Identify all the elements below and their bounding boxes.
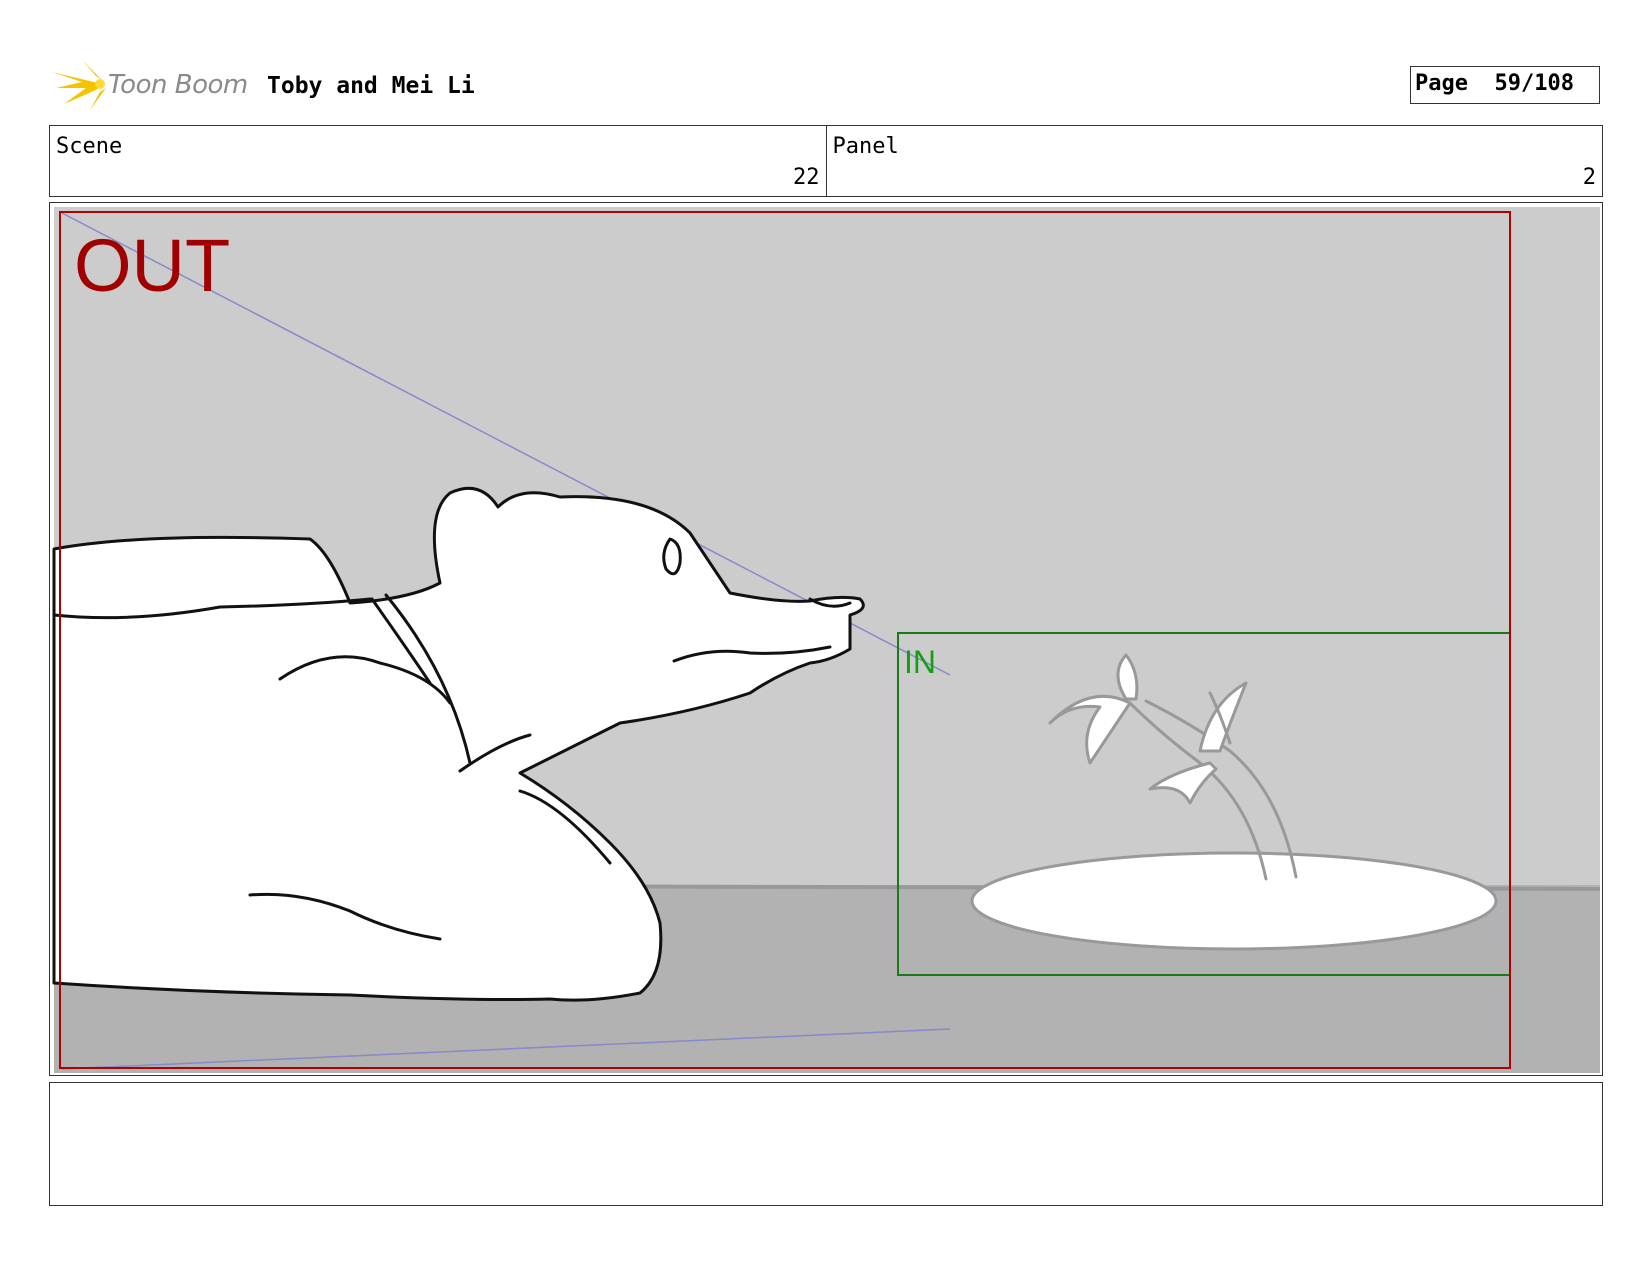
brand-name: Toon Boom bbox=[108, 70, 248, 100]
scene-cell: Scene 22 bbox=[50, 126, 826, 196]
in-frame-label: IN bbox=[904, 644, 936, 680]
puddle bbox=[970, 851, 1498, 951]
scene-panel-row: Scene 22 Panel 2 bbox=[49, 125, 1603, 197]
scene-number: 22 bbox=[793, 165, 820, 190]
panel-drawing: IN OUT bbox=[52, 207, 1601, 1073]
scene-label: Scene bbox=[56, 134, 123, 159]
page-label: Page bbox=[1415, 71, 1468, 96]
panel-label: Panel bbox=[832, 134, 899, 159]
panel-cell: Panel 2 bbox=[825, 126, 1603, 196]
page-indicator: Page 59/108 bbox=[1410, 66, 1600, 104]
out-frame-label: OUT bbox=[74, 224, 230, 307]
storyboard-panel: IN OUT bbox=[49, 202, 1603, 1076]
notes-box bbox=[49, 1082, 1603, 1206]
page-number: 59/108 bbox=[1494, 71, 1574, 96]
panel-number: 2 bbox=[1582, 165, 1596, 190]
project-title: Toby and Mei Li bbox=[267, 73, 475, 99]
